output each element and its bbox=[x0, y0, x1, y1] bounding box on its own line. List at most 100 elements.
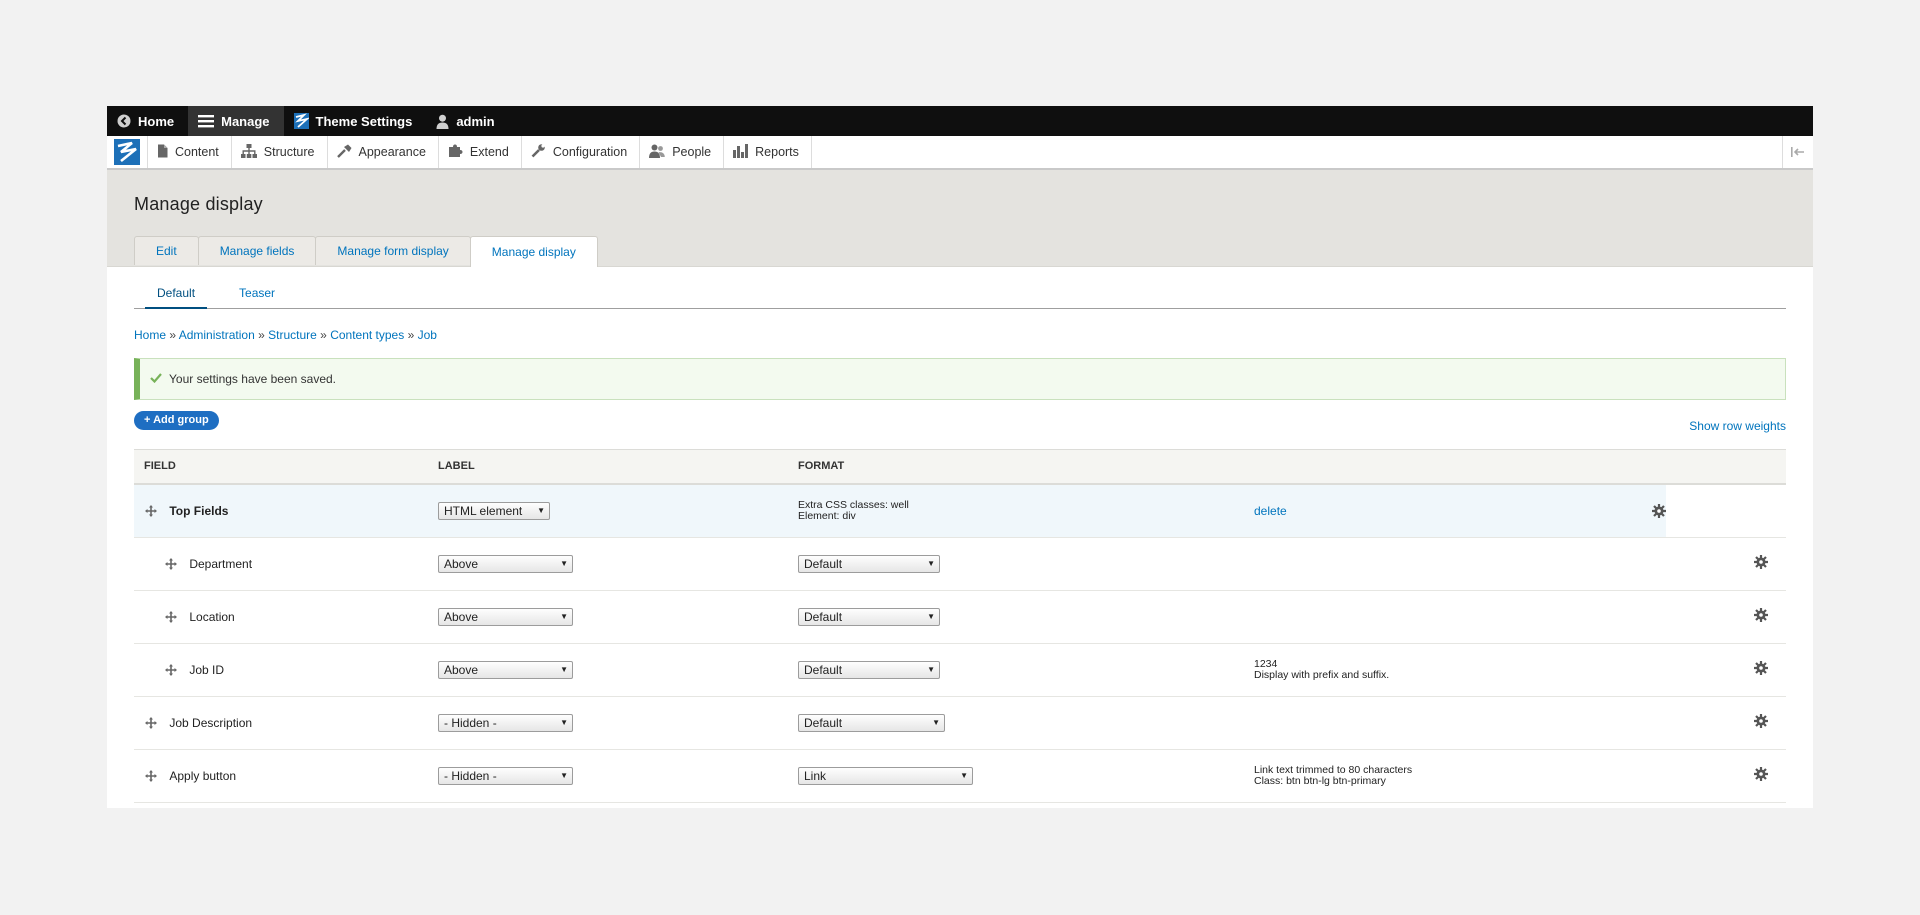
select-value: - Hidden - bbox=[444, 769, 497, 783]
user-icon bbox=[436, 114, 449, 129]
gear-icon[interactable] bbox=[1652, 504, 1666, 518]
drag-handle-icon[interactable] bbox=[164, 663, 178, 677]
toolbar-home-link[interactable]: Home bbox=[107, 106, 188, 136]
dropdown-arrow-icon: ▼ bbox=[560, 718, 568, 727]
drag-handle-icon[interactable] bbox=[164, 610, 178, 624]
gear-icon[interactable] bbox=[1754, 714, 1768, 728]
dropdown-arrow-icon: ▼ bbox=[560, 771, 568, 780]
breadcrumb-administration[interactable]: Administration bbox=[179, 328, 255, 342]
collapse-arrow-icon[interactable] bbox=[1782, 136, 1813, 168]
toolbar-home-label: Home bbox=[138, 114, 174, 129]
toolbar-theme-settings-tab[interactable]: Theme Settings bbox=[284, 106, 427, 136]
breadcrumb-content-types[interactable]: Content types bbox=[330, 328, 404, 342]
toolbar-theme-settings-label: Theme Settings bbox=[316, 114, 413, 129]
column-header-label: LABEL bbox=[428, 450, 788, 484]
gear-icon[interactable] bbox=[1754, 608, 1768, 622]
table-row: Apply button - Hidden - ▼ Link ▼ bbox=[134, 749, 1786, 802]
toolbar-user-tab[interactable]: admin bbox=[426, 106, 508, 136]
format-select[interactable]: Default ▼ bbox=[798, 555, 940, 573]
dropdown-arrow-icon: ▼ bbox=[927, 612, 935, 621]
tray-item-label: Appearance bbox=[359, 145, 426, 159]
format-cell: Default ▼ bbox=[788, 643, 1244, 696]
tab-manage-form-display[interactable]: Manage form display bbox=[315, 236, 470, 265]
breadcrumb-separator: » bbox=[169, 328, 176, 342]
site-logo-icon[interactable] bbox=[107, 136, 148, 168]
gear-icon[interactable] bbox=[1754, 661, 1768, 675]
wrench-icon bbox=[531, 144, 546, 161]
label-cell: - Hidden - ▼ bbox=[428, 696, 788, 749]
label-display-select[interactable]: - Hidden - ▼ bbox=[438, 714, 573, 732]
drag-handle-icon[interactable] bbox=[144, 716, 158, 730]
format-select[interactable]: Default ▼ bbox=[798, 608, 940, 626]
breadcrumb-structure[interactable]: Structure bbox=[268, 328, 317, 342]
tab-manage-fields[interactable]: Manage fields bbox=[198, 236, 317, 265]
back-arrow-icon bbox=[117, 114, 131, 128]
summary-line: Class: btn btn-lg btn-primary bbox=[1254, 776, 1656, 787]
drag-handle-icon[interactable] bbox=[144, 504, 158, 518]
select-value: Link bbox=[804, 769, 826, 783]
page-title: Manage display bbox=[134, 194, 263, 215]
field-name: Job Description bbox=[169, 716, 252, 730]
field-name: Job ID bbox=[189, 663, 224, 677]
label-display-select[interactable]: - Hidden - ▼ bbox=[438, 767, 573, 785]
status-message-text: Your settings have been saved. bbox=[169, 372, 336, 386]
summary-line: Link text trimmed to 80 characters bbox=[1254, 765, 1656, 776]
label-display-select[interactable]: Above ▼ bbox=[438, 661, 573, 679]
toolbar-manage-tab[interactable]: Manage bbox=[188, 106, 283, 136]
field-cell: Department bbox=[134, 537, 428, 590]
drag-handle-icon[interactable] bbox=[144, 769, 158, 783]
format-select[interactable]: Default ▼ bbox=[798, 661, 940, 679]
summary-cell bbox=[1244, 696, 1666, 749]
add-group-button[interactable]: + Add group bbox=[134, 411, 219, 430]
label-display-select[interactable]: Above ▼ bbox=[438, 555, 573, 573]
summary-line: 1234 bbox=[1254, 659, 1656, 670]
tray-item-reports[interactable]: Reports bbox=[724, 136, 812, 168]
table-row: Department Above ▼ Default ▼ bbox=[134, 537, 1786, 590]
delete-group-link[interactable]: delete bbox=[1254, 504, 1287, 518]
tray-item-extend[interactable]: Extend bbox=[439, 136, 522, 168]
tray-item-label: Reports bbox=[755, 145, 799, 159]
label-cell: Above ▼ bbox=[428, 643, 788, 696]
format-cell: Default ▼ bbox=[788, 590, 1244, 643]
page-header: Manage display Edit Manage fields Manage… bbox=[107, 170, 1813, 267]
tray-item-appearance[interactable]: Appearance bbox=[328, 136, 439, 168]
field-cell: Job ID bbox=[134, 643, 428, 696]
drag-handle-icon[interactable] bbox=[164, 557, 178, 571]
label-display-select[interactable]: Above ▼ bbox=[438, 608, 573, 626]
gear-icon[interactable] bbox=[1754, 767, 1768, 781]
tab-teaser[interactable]: Teaser bbox=[227, 286, 287, 307]
format-summary: Extra CSS classes: well Element: div bbox=[798, 500, 1234, 522]
select-value: Default bbox=[804, 610, 842, 624]
browser-viewport: Home Manage Theme Settings admin bbox=[107, 106, 1813, 808]
select-value: Above bbox=[444, 663, 478, 677]
breadcrumb-home[interactable]: Home bbox=[134, 328, 166, 342]
label-display-select[interactable]: HTML element ▼ bbox=[438, 502, 550, 520]
tab-manage-display[interactable]: Manage display bbox=[470, 236, 598, 267]
toolbar-user-label: admin bbox=[456, 114, 494, 129]
tray-item-content[interactable]: Content bbox=[148, 136, 232, 168]
summary-cell bbox=[1244, 537, 1666, 590]
breadcrumb-job[interactable]: Job bbox=[418, 328, 437, 342]
format-select[interactable]: Link ▼ bbox=[798, 767, 973, 785]
format-cell: Link ▼ bbox=[788, 749, 1244, 802]
gear-cell bbox=[1666, 643, 1786, 696]
format-select[interactable]: Default ▼ bbox=[798, 714, 945, 732]
show-row-weights-link[interactable]: Show row weights bbox=[1689, 419, 1786, 433]
gear-icon[interactable] bbox=[1754, 555, 1768, 569]
dropdown-arrow-icon: ▼ bbox=[560, 665, 568, 674]
tray-item-people[interactable]: People bbox=[640, 136, 724, 168]
people-icon bbox=[649, 144, 665, 161]
tray-item-configuration[interactable]: Configuration bbox=[522, 136, 640, 168]
tray-item-structure[interactable]: Structure bbox=[232, 136, 328, 168]
summary-cell: 1234 Display with prefix and suffix. bbox=[1244, 643, 1666, 696]
toolbar-manage-label: Manage bbox=[221, 114, 269, 129]
field-cell: Apply button bbox=[134, 749, 428, 802]
select-value: HTML element bbox=[444, 504, 522, 518]
field-name: Location bbox=[189, 610, 234, 624]
select-value: Default bbox=[804, 716, 842, 730]
tab-edit[interactable]: Edit bbox=[134, 236, 199, 265]
field-cell: Job Description bbox=[134, 696, 428, 749]
tab-default[interactable]: Default bbox=[145, 286, 207, 309]
table-row: Location Above ▼ Default ▼ bbox=[134, 590, 1786, 643]
column-header-empty bbox=[1244, 450, 1666, 484]
